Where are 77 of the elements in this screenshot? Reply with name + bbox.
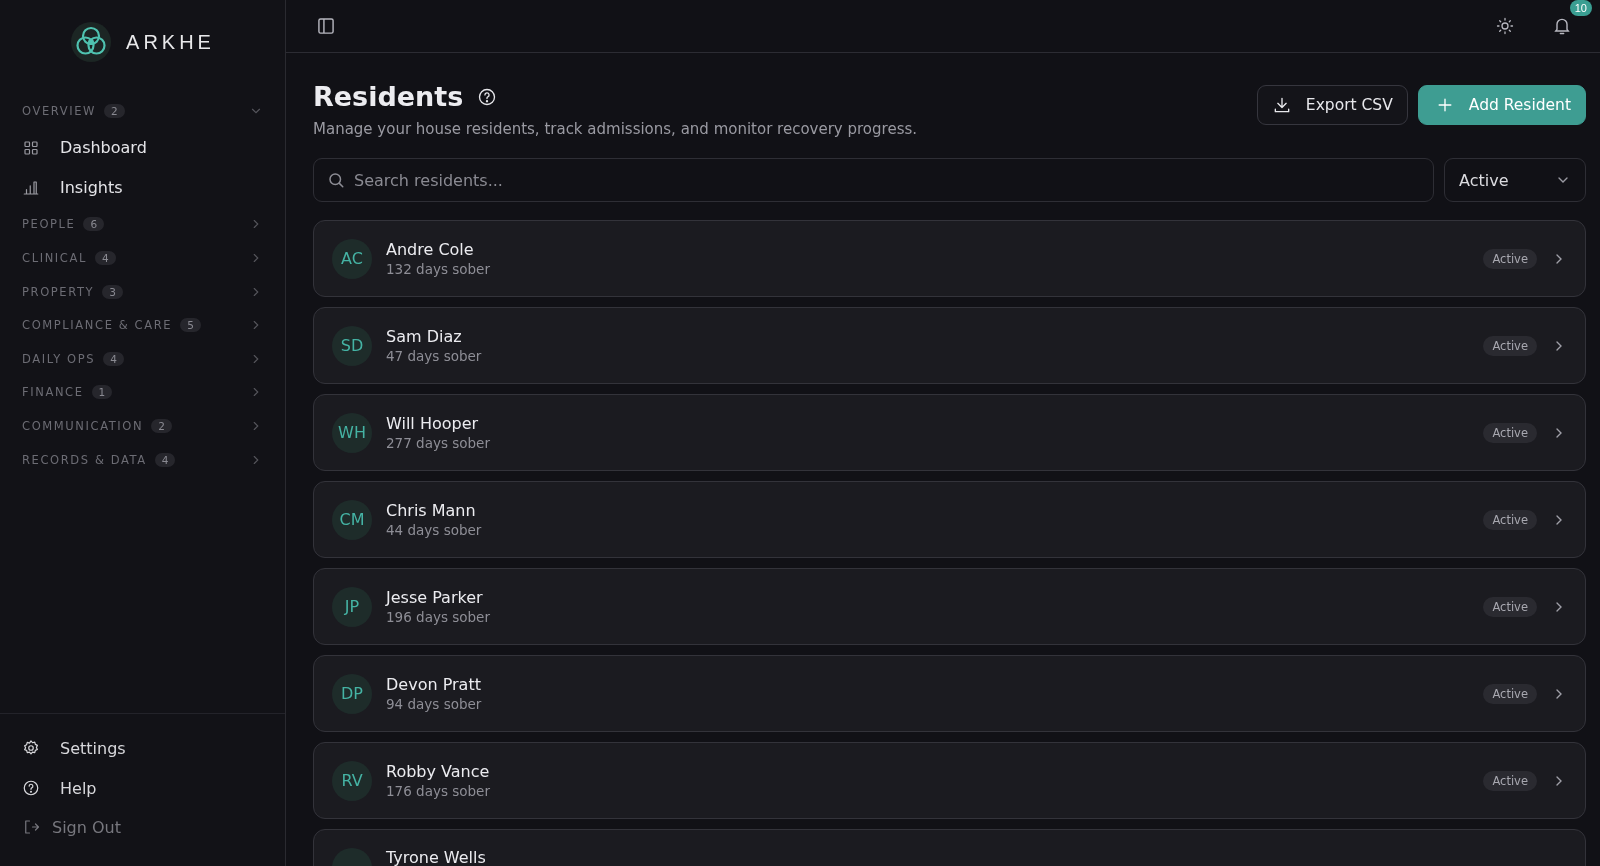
nav-item[interactable]: Help xyxy=(22,768,263,808)
search-field[interactable]: Search residents... xyxy=(313,158,1434,202)
status-badge: Active xyxy=(1483,509,1537,530)
status-badge: Active xyxy=(1483,248,1537,269)
sign-out-icon xyxy=(22,818,40,836)
sober-days: 132 days sober xyxy=(386,261,490,277)
count-badge: 2 xyxy=(104,103,125,118)
resident-name: Will Hooper xyxy=(386,414,480,433)
count-badge: 1 xyxy=(91,385,113,400)
count-badge: 5 xyxy=(180,318,201,333)
status-badge: Active xyxy=(1483,335,1537,356)
sign-out-link[interactable]: Sign Out xyxy=(22,808,263,846)
section-heading[interactable]: COMMUNICATION xyxy=(22,418,144,433)
resident-card[interactable]: AC Andre Cole 132 days sober Active xyxy=(313,220,1586,297)
section-heading[interactable]: PEOPLE xyxy=(22,217,76,232)
sober-days: 94 days sober xyxy=(386,696,482,712)
section-heading[interactable]: PROPERTY xyxy=(22,284,95,299)
page-subtitle: Manage your house residents, track admissions, and monitor recovery progress. xyxy=(313,120,919,138)
sober-days: 277 days sober xyxy=(386,435,490,451)
logo-icon xyxy=(70,21,113,63)
avatar: RV xyxy=(332,760,372,801)
avatar: DP xyxy=(332,673,372,714)
sober-days: 196 days sober xyxy=(386,609,490,625)
status-badge: Active xyxy=(1483,683,1537,704)
notification-count: 10 xyxy=(1569,0,1592,16)
count-badge: 4 xyxy=(103,351,124,366)
sober-days: 44 days sober xyxy=(386,522,482,538)
status-dropdown[interactable]: Active xyxy=(1444,158,1586,202)
status-badge: Active xyxy=(1483,770,1537,791)
status-badge: Active xyxy=(1483,596,1537,617)
resident-card[interactable]: SD Sam Diaz 47 days sober Active xyxy=(313,307,1586,384)
count-badge: 3 xyxy=(102,284,123,299)
avatar: SD xyxy=(332,325,372,366)
avatar: JP xyxy=(332,586,372,627)
resident-card[interactable]: JP Jesse Parker 196 days sober Active xyxy=(313,568,1586,645)
section-heading[interactable]: RECORDS & DATA xyxy=(22,452,147,467)
bar-chart-icon xyxy=(22,178,40,197)
resident-name: Jesse Parker xyxy=(386,588,484,607)
section-heading[interactable]: CLINICAL xyxy=(22,251,87,265)
sober-days: 47 days sober xyxy=(386,348,482,364)
count-badge: 4 xyxy=(154,452,176,467)
resident-card[interactable]: WH Will Hooper 277 days sober Active xyxy=(313,394,1586,471)
grid-icon xyxy=(22,138,40,157)
resident-card[interactable]: RV Robby Vance 176 days sober Active xyxy=(313,742,1586,819)
count-badge: 2 xyxy=(151,418,172,433)
nav-item[interactable]: Insights xyxy=(22,167,263,208)
section-heading[interactable]: DAILY OPS xyxy=(22,351,96,366)
resident-card[interactable]: CM Chris Mann 44 days sober Active xyxy=(313,481,1586,558)
export-button[interactable]: Export CSV xyxy=(1256,85,1408,125)
resident-name: Sam Diaz xyxy=(386,327,463,346)
help-icon xyxy=(477,86,498,107)
count-badge: 6 xyxy=(83,217,105,232)
resident-name: Tyrone Wells xyxy=(386,848,486,866)
avatar: AC xyxy=(332,238,372,279)
sober-days: 176 days sober xyxy=(386,783,490,799)
count-badge: 4 xyxy=(94,251,116,265)
status-badge: Active xyxy=(1483,422,1537,443)
resident-name: Devon Pratt xyxy=(386,675,482,694)
settings-icon xyxy=(22,739,40,757)
section-heading[interactable]: COMPLIANCE & CARE xyxy=(22,318,173,333)
section-heading[interactable]: OVERVIEW xyxy=(22,103,97,118)
resident-name: Robby Vance xyxy=(386,762,490,781)
page-title: Residents xyxy=(313,81,464,112)
resident-card[interactable]: DP Devon Pratt 94 days sober Active xyxy=(313,655,1586,732)
sidebar-toggle-icon[interactable] xyxy=(316,16,336,36)
avatar: CM xyxy=(332,499,372,540)
resident-name: Andre Cole xyxy=(386,240,475,259)
resident-name: Chris Mann xyxy=(386,501,477,520)
resident-card[interactable]: Tyrone Wells xyxy=(313,829,1586,866)
brand-name: ARKHE xyxy=(126,30,215,54)
nav-item[interactable]: Dashboard xyxy=(22,127,263,168)
section-heading[interactable]: FINANCE xyxy=(22,385,84,400)
avatar: WH xyxy=(332,412,372,453)
help-icon xyxy=(22,779,40,797)
bell-icon[interactable] xyxy=(1552,16,1572,36)
sun-icon[interactable] xyxy=(1496,17,1514,35)
nav-item[interactable]: Settings xyxy=(22,728,263,768)
